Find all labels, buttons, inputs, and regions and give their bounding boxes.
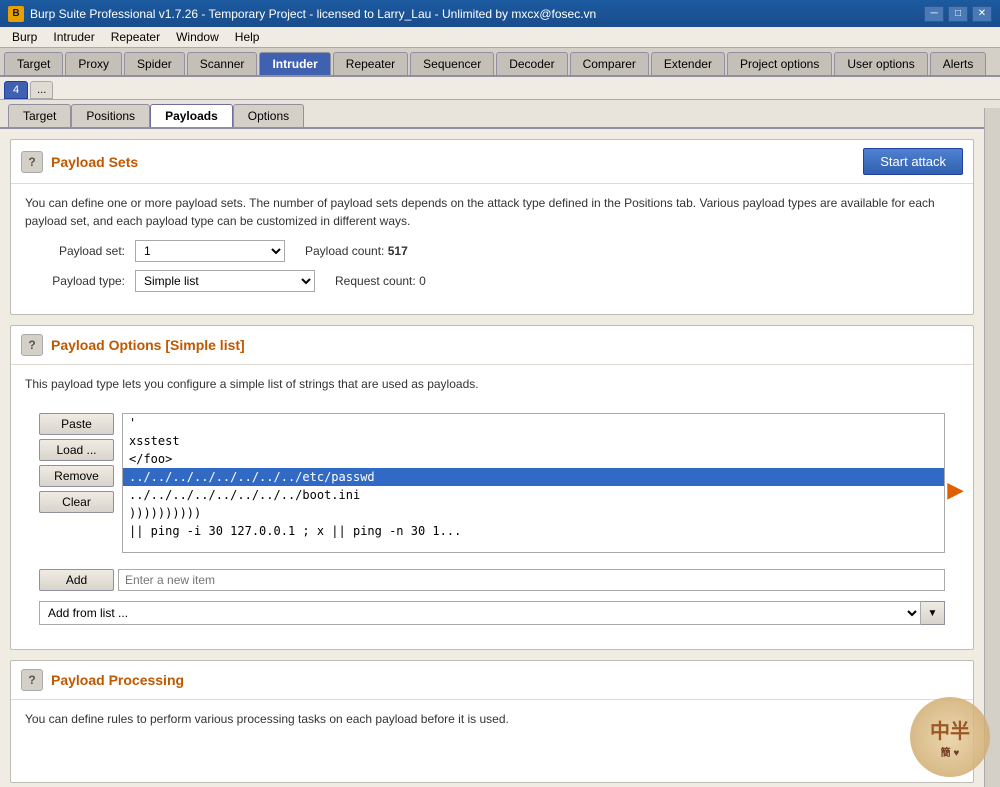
payload-options-description: This payload type lets you configure a s… [25, 375, 959, 393]
payload-processing-section: ? Payload Processing You can define rule… [10, 660, 974, 783]
menu-bar: Burp Intruder Repeater Window Help [0, 27, 1000, 48]
tab-repeater[interactable]: Repeater [333, 52, 408, 75]
remove-button[interactable]: Remove [39, 465, 114, 487]
payload-type-select[interactable]: Simple list Runtime file Custom iterator… [135, 270, 315, 292]
payload-sets-description: You can define one or more payload sets.… [25, 194, 959, 230]
watermark: 中半 簡 ♥ [910, 697, 990, 777]
payload-sets-header: ? Payload Sets Start attack [11, 140, 973, 184]
inner-tab-positions[interactable]: Positions [71, 104, 150, 127]
window-title: Burp Suite Professional v1.7.26 - Tempor… [30, 7, 596, 21]
start-attack-button[interactable]: Start attack [863, 148, 963, 175]
add-from-list-select[interactable]: Add from list ... [39, 601, 921, 625]
add-from-list-row: Add from list ... ▼ [25, 597, 959, 635]
title-bar-left: B Burp Suite Professional v1.7.26 - Temp… [8, 6, 596, 22]
payload-type-label: Payload type: [25, 274, 125, 288]
close-button[interactable]: ✕ [972, 6, 992, 22]
payload-set-label: Payload set: [25, 244, 125, 258]
load-button[interactable]: Load ... [39, 439, 114, 461]
payload-processing-description: You can define rules to perform various … [25, 710, 959, 728]
payload-sets-help-icon[interactable]: ? [21, 151, 43, 173]
list-item-selected[interactable]: ../../../../../../../../etc/passwd [123, 468, 944, 486]
payload-options-section: ? Payload Options [Simple list] This pay… [10, 325, 974, 650]
clear-button[interactable]: Clear [39, 491, 114, 513]
tab-project-options[interactable]: Project options [727, 52, 832, 75]
payload-type-row: Payload type: Simple list Runtime file C… [25, 270, 959, 292]
tab-decoder[interactable]: Decoder [496, 52, 567, 75]
tab-proxy[interactable]: Proxy [65, 52, 122, 75]
payload-processing-header: ? Payload Processing [11, 661, 973, 700]
list-item[interactable]: )))))))))) [123, 504, 944, 522]
menu-item-intruder[interactable]: Intruder [45, 28, 102, 46]
payload-processing-body: You can define rules to perform various … [11, 700, 973, 782]
list-item[interactable]: </foo> [123, 450, 944, 468]
payload-action-buttons: Paste Load ... Remove Clear [39, 413, 114, 553]
title-bar: B Burp Suite Professional v1.7.26 - Temp… [0, 0, 1000, 27]
payload-options-title: Payload Options [Simple list] [51, 337, 245, 353]
minimize-button[interactable]: ─ [924, 6, 944, 22]
main-tab-bar: Target Proxy Spider Scanner Intruder Rep… [0, 48, 1000, 77]
sub-tab-more[interactable]: ... [30, 81, 53, 99]
add-item-row: Add [25, 563, 959, 597]
payload-sets-section: ? Payload Sets Start attack You can defi… [10, 139, 974, 315]
inner-tab-options[interactable]: Options [233, 104, 304, 127]
list-item[interactable]: xsstest [123, 432, 944, 450]
content-area: ? Payload Sets Start attack You can defi… [0, 129, 1000, 787]
list-item[interactable]: || ping -i 30 127.0.0.1 ; x || ping -n 3… [123, 522, 944, 540]
payload-options-area: Paste Load ... Remove Clear ' xsstest </… [25, 403, 959, 563]
list-item[interactable]: ' [123, 414, 944, 432]
title-bar-controls: ─ □ ✕ [924, 6, 992, 22]
payload-processing-buttons-placeholder [25, 738, 959, 768]
add-item-input[interactable] [118, 569, 945, 591]
inner-tab-bar: Target Positions Payloads Options [0, 100, 1000, 129]
menu-item-repeater[interactable]: Repeater [103, 28, 168, 46]
payload-set-select[interactable]: 1 [135, 240, 285, 262]
tab-intruder[interactable]: Intruder [259, 52, 330, 75]
app-container: B Burp Suite Professional v1.7.26 - Temp… [0, 0, 1000, 787]
tab-alerts[interactable]: Alerts [930, 52, 987, 75]
sub-tab-area: 4 ... [0, 77, 1000, 100]
inner-tab-payloads[interactable]: Payloads [150, 104, 233, 127]
sub-tab-4[interactable]: 4 [4, 81, 28, 99]
tab-scanner[interactable]: Scanner [187, 52, 258, 75]
tab-comparer[interactable]: Comparer [570, 52, 649, 75]
tab-sequencer[interactable]: Sequencer [410, 52, 494, 75]
payload-options-body: This payload type lets you configure a s… [11, 365, 973, 649]
payload-list[interactable]: ' xsstest </foo> ../../../../../../../..… [122, 413, 945, 553]
paste-button[interactable]: Paste [39, 413, 114, 435]
right-scrollbar[interactable] [984, 129, 1000, 787]
request-count-label: Request count: 0 [335, 274, 426, 288]
payload-processing-title: Payload Processing [51, 672, 184, 688]
list-item[interactable]: ../../../../../../../../boot.ini [123, 486, 944, 504]
payload-set-row: Payload set: 1 Payload count: 517 [25, 240, 959, 262]
app-icon: B [8, 6, 24, 22]
tab-spider[interactable]: Spider [124, 52, 185, 75]
payload-options-header: ? Payload Options [Simple list] [11, 326, 973, 365]
menu-item-window[interactable]: Window [168, 28, 227, 46]
tab-extender[interactable]: Extender [651, 52, 725, 75]
payload-list-area: ' xsstest </foo> ../../../../../../../..… [122, 413, 945, 553]
tab-user-options[interactable]: User options [834, 52, 927, 75]
menu-item-burp[interactable]: Burp [4, 28, 45, 46]
payload-sets-title: Payload Sets [51, 154, 138, 170]
payload-processing-help-icon[interactable]: ? [21, 669, 43, 691]
orange-arrow-icon: ▶ [948, 478, 963, 503]
maximize-button[interactable]: □ [948, 6, 968, 22]
payload-options-help-icon[interactable]: ? [21, 334, 43, 356]
add-from-list-dropdown-arrow[interactable]: ▼ [921, 601, 945, 625]
add-button[interactable]: Add [39, 569, 114, 591]
payload-count-label: Payload count: 517 [305, 244, 408, 258]
payload-sets-body: You can define one or more payload sets.… [11, 184, 973, 314]
menu-item-help[interactable]: Help [227, 28, 268, 46]
tab-target[interactable]: Target [4, 52, 63, 75]
inner-tab-target[interactable]: Target [8, 104, 71, 127]
